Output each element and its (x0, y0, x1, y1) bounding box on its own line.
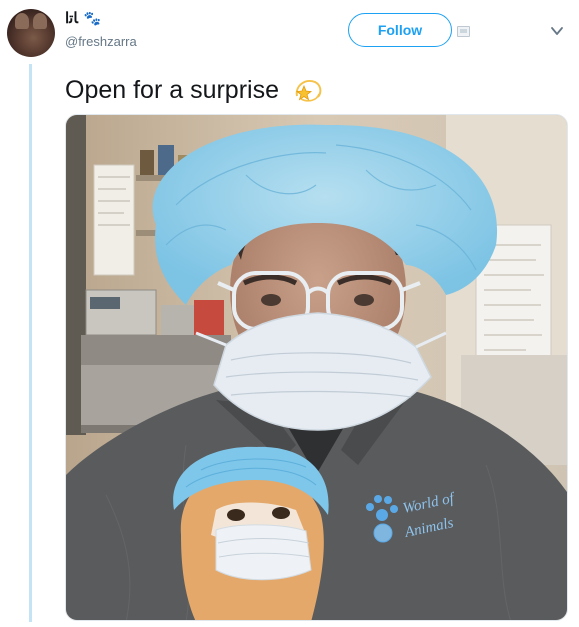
follow-button[interactable]: Follow (348, 13, 452, 47)
tweet-photo[interactable]: World of Animals (65, 114, 568, 621)
tweet-text-body: Open for a surprise (65, 75, 279, 104)
kitten (173, 446, 329, 620)
paw-prints-icon: 🐾 (83, 10, 102, 26)
avatar[interactable] (7, 9, 55, 57)
photo-illustration: World of Animals (66, 115, 567, 620)
dizzy-star-icon (295, 80, 322, 102)
thread-line (29, 64, 32, 622)
chevron-down-icon[interactable] (550, 24, 564, 38)
display-name[interactable]: ﺎﺗﺍ (65, 9, 78, 27)
user-name-row[interactable]: ﺎﺗﺍ 🐾 (65, 9, 101, 27)
avatar-ear-right (33, 13, 47, 29)
media-badge-icon (457, 26, 470, 37)
tweet-text: Open for a surprise (65, 74, 323, 106)
avatar-ear-left (15, 13, 29, 29)
user-handle[interactable]: @freshzarra (65, 34, 137, 49)
